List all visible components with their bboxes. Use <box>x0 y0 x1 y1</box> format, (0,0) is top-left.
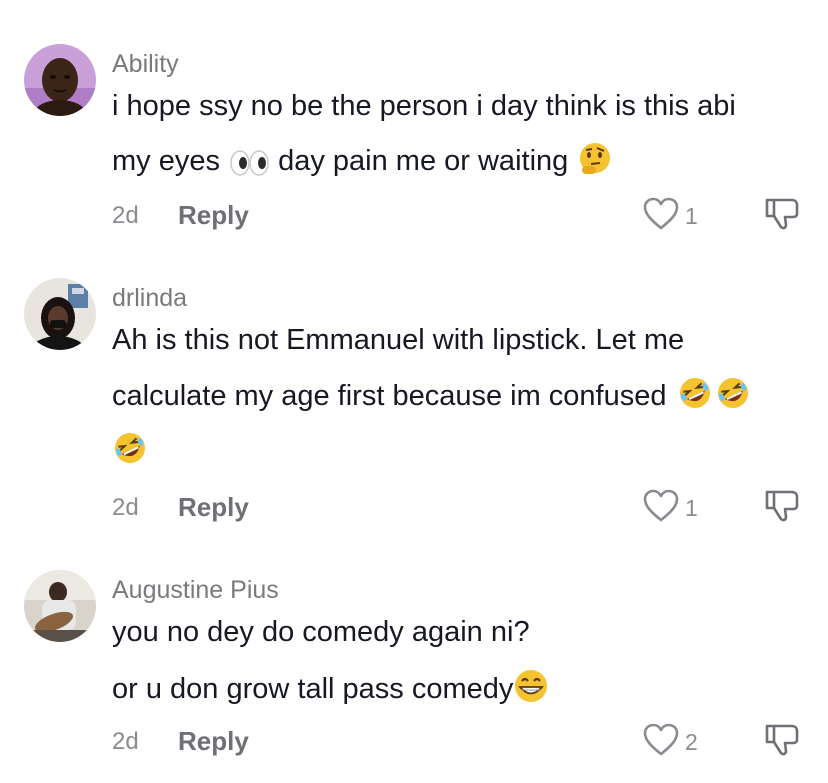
like-count: 2 <box>685 729 698 755</box>
heart-icon[interactable] <box>642 723 680 762</box>
comment-age: 2d <box>112 728 139 755</box>
comment-item: Augustine Pius you no dey do comedy agai… <box>0 0 828 783</box>
comment-text-segment: or u don grow tall pass comedy <box>112 673 514 705</box>
grinning-face-emoji <box>513 668 549 712</box>
comment-username[interactable]: Augustine Pius <box>112 576 279 605</box>
avatar[interactable] <box>24 570 96 642</box>
dislike-icon[interactable] <box>764 722 800 763</box>
comment-text-line: you no dey do comedy again ni? <box>112 616 530 648</box>
reply-button[interactable]: Reply <box>178 726 249 757</box>
comment-text-line: or u don grow tall pass comedy <box>112 668 549 712</box>
